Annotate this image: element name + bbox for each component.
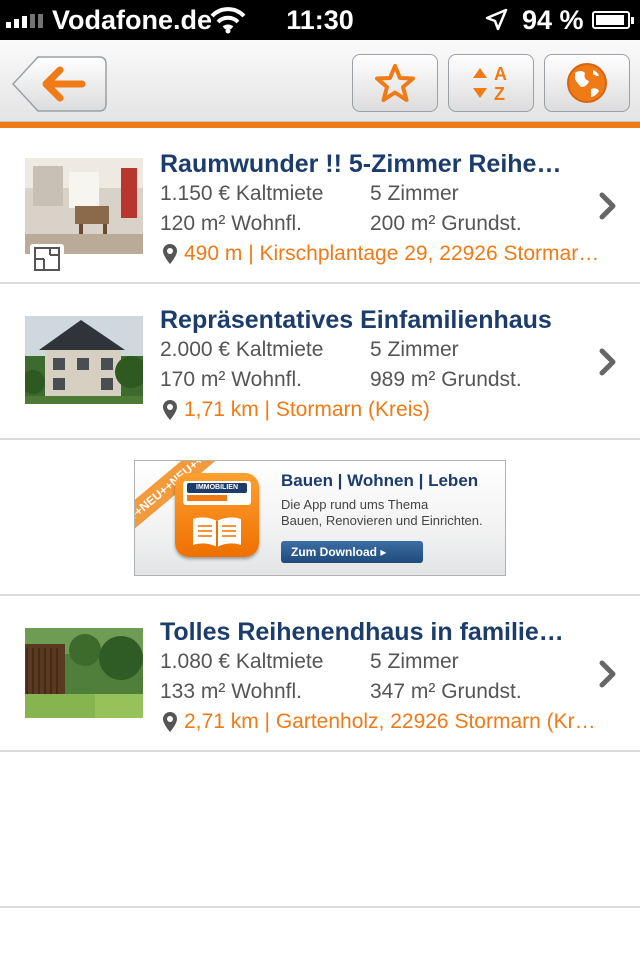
sort-az-icon: A Z: [473, 64, 507, 104]
listing-location: 2,71 km | Gartenholz, 22926 Stormarn (Kr…: [162, 710, 600, 734]
map-pin-icon: [163, 400, 177, 420]
navigation-toolbar: A Z: [0, 40, 640, 122]
listing-photo: [25, 316, 143, 404]
app-advertisement-banner[interactable]: ++NEU++NEU++ IMMOBILIEN SCOUT 24 Bauen |…: [134, 460, 506, 576]
location-text: 2,71 km | Gartenholz, 22926 Stormarn (Kr…: [184, 710, 600, 733]
location-text: 490 m | Kirschplantage 29, 22926 Stormar…: [184, 242, 600, 265]
book-icon: [193, 517, 241, 547]
app-icon-label: IMMOBILIEN SCOUT 24: [187, 483, 247, 501]
download-button[interactable]: Zum Download ▸: [281, 541, 423, 563]
listing-plot-area: 989 m² Grundst.: [370, 368, 522, 391]
chevron-right-icon: [598, 348, 618, 381]
listing-rent: 1.150 € Kaltmiete: [160, 182, 324, 205]
sort-letter-a: A: [494, 64, 507, 84]
listing-living-area: 133 m² Wohnfl.: [160, 680, 303, 703]
battery-percentage: 94 %: [522, 5, 584, 35]
listing-row[interactable]: Repräsentatives Einfamilienhaus 2.000 € …: [0, 284, 640, 440]
floorplan-icon: [30, 244, 64, 274]
listing-rent: 1.080 € Kaltmiete: [160, 650, 324, 673]
list-separator: [0, 906, 640, 908]
listing-rent: 2.000 € Kaltmiete: [160, 338, 324, 361]
listing-living-area: 170 m² Wohnfl.: [160, 368, 303, 391]
chevron-right-icon: [598, 192, 618, 225]
ad-row: ++NEU++NEU++ IMMOBILIEN SCOUT 24 Bauen |…: [0, 440, 640, 596]
listing-title: Repräsentatives Einfamilienhaus: [160, 306, 552, 334]
results-list: Raumwunder !! 5-Zimmer Reihenhaus 1.150 …: [0, 128, 640, 752]
listing-plot-area: 347 m² Grundst.: [370, 680, 522, 703]
map-pin-icon: [163, 712, 177, 732]
location-text: 1,71 km | Stormarn (Kreis): [184, 398, 430, 421]
listing-photo: [25, 158, 143, 254]
listing-row[interactable]: Raumwunder !! 5-Zimmer Reihenhaus 1.150 …: [0, 128, 640, 284]
map-button[interactable]: [544, 54, 630, 112]
listing-rooms: 5 Zimmer: [370, 182, 459, 205]
sort-letter-z: Z: [494, 84, 505, 104]
listing-living-area: 120 m² Wohnfl.: [160, 212, 303, 235]
status-bar: Vodafone.de 11:30 94 %: [0, 0, 640, 40]
listing-location: 490 m | Kirschplantage 29, 22926 Stormar…: [162, 242, 600, 266]
back-arrow-icon: [42, 66, 86, 102]
sort-button[interactable]: A Z: [448, 54, 534, 112]
map-pin-icon: [163, 244, 177, 264]
listing-location: 1,71 km | Stormarn (Kreis): [162, 398, 600, 422]
ad-text-line-2: Bauen, Renovieren und Einrichten.: [281, 513, 483, 528]
favorites-button[interactable]: [352, 54, 438, 112]
listing-photo: [25, 628, 143, 718]
listing-rooms: 5 Zimmer: [370, 650, 459, 673]
battery-icon: [592, 11, 634, 29]
star-icon: [375, 64, 415, 102]
listing-title: Tolles Reihenendhaus in familienfreundli…: [160, 618, 570, 646]
listing-title: Raumwunder !! 5-Zimmer Reihenhaus: [160, 150, 570, 178]
chevron-right-icon: [598, 660, 618, 693]
ad-headline: Bauen | Wohnen | Leben: [281, 471, 479, 490]
back-button[interactable]: [12, 56, 107, 112]
ad-text-line-1: Die App rund ums Thema: [281, 497, 429, 512]
globe-icon: [567, 63, 607, 103]
location-arrow-icon: [484, 8, 508, 37]
listing-rooms: 5 Zimmer: [370, 338, 459, 361]
listing-row[interactable]: Tolles Reihenendhaus in familienfreundli…: [0, 596, 640, 752]
listing-plot-area: 200 m² Grundst.: [370, 212, 522, 235]
app-icon: IMMOBILIEN SCOUT 24: [175, 473, 259, 557]
